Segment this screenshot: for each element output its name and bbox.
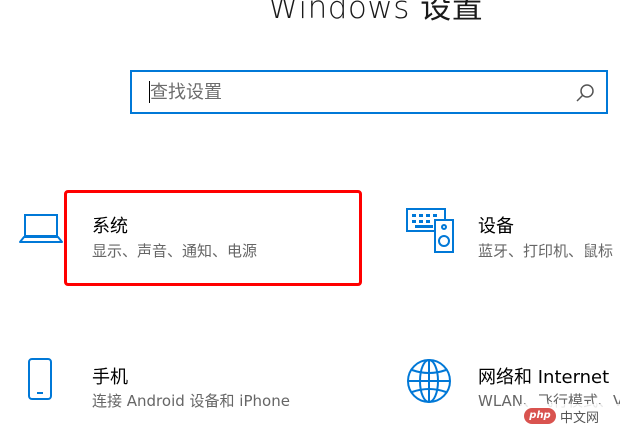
search-box[interactable]	[130, 70, 608, 114]
keyboard-speaker-icon	[406, 208, 454, 253]
tile-system-title: 系统	[92, 216, 128, 237]
globe-icon	[407, 359, 451, 403]
tile-phone[interactable]: 手机 连接 Android 设备和 iPhone	[0, 345, 362, 429]
search-icon[interactable]	[574, 82, 596, 104]
search-input[interactable]	[132, 72, 562, 112]
page-title: Windows 设置	[268, 0, 484, 26]
tile-devices[interactable]: 设备 蓝牙、打印机、鼠标	[395, 190, 620, 286]
tile-system-description: 显示、声音、通知、电源	[92, 242, 258, 260]
text-caret	[149, 81, 150, 103]
tile-devices-title: 设备	[478, 216, 514, 237]
tile-devices-description: 蓝牙、打印机、鼠标	[478, 242, 614, 260]
laptop-icon	[19, 214, 63, 243]
tile-phone-description: 连接 Android 设备和 iPhone	[92, 392, 290, 410]
tile-system[interactable]: 系统 显示、声音、通知、电源	[0, 190, 362, 286]
tile-phone-title: 手机	[92, 367, 128, 388]
watermark-text: 中文网	[560, 411, 600, 426]
watermark-badge: php	[524, 408, 556, 424]
watermark: php 中文网	[520, 404, 620, 429]
phone-icon	[28, 358, 52, 400]
tile-network-title: 网络和 Internet	[478, 367, 610, 388]
